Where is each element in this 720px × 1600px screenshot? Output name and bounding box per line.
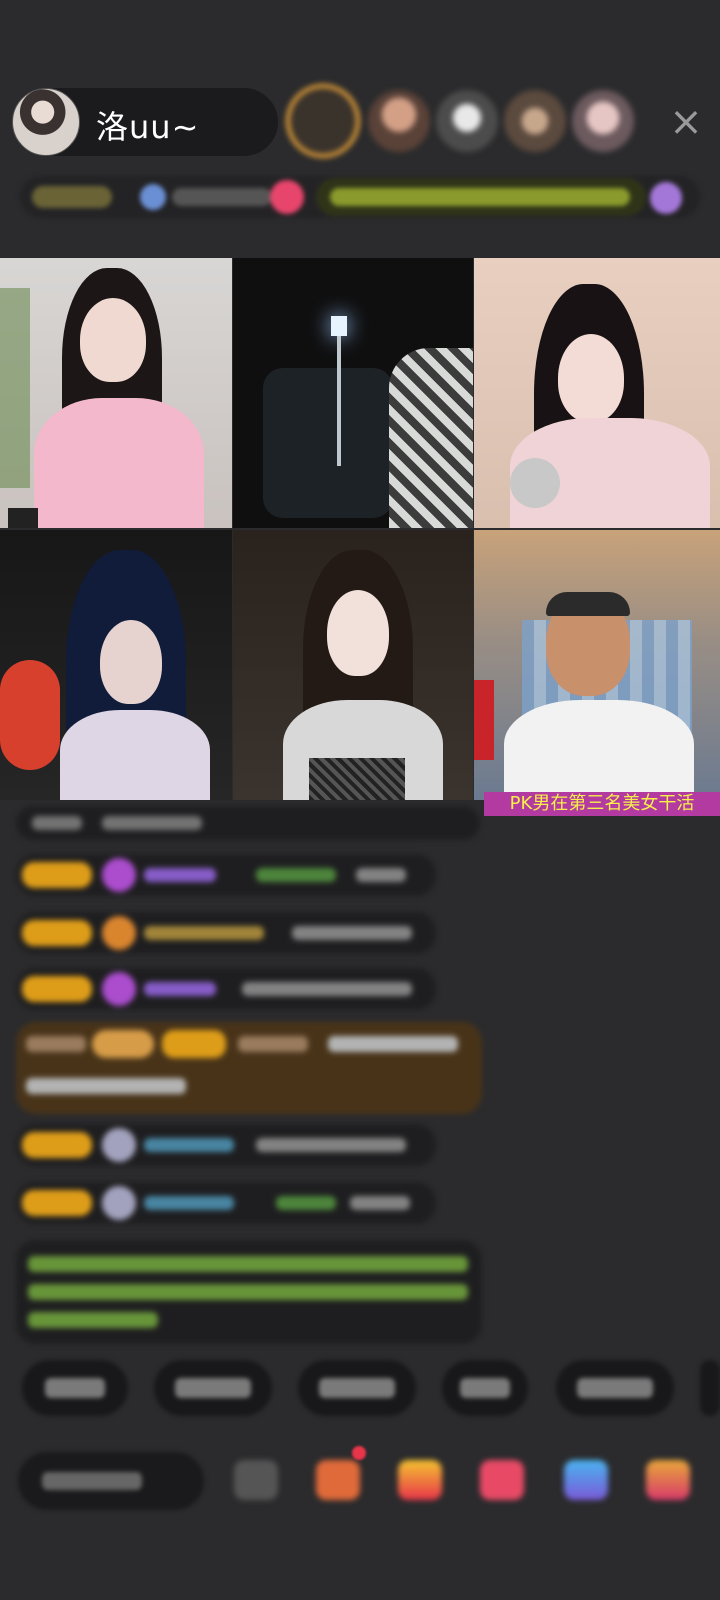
gift-box-icon[interactable]: [316, 1460, 360, 1500]
chat-message-highlight[interactable]: [16, 1022, 482, 1114]
viewer-avatar-2[interactable]: [368, 90, 430, 152]
host-name: 洛uu~: [96, 108, 200, 146]
viewer-avatar-5[interactable]: [572, 90, 634, 152]
video-cell-1[interactable]: [0, 258, 232, 528]
chat-message[interactable]: [16, 854, 436, 896]
notification-dot: [352, 1446, 366, 1460]
gift-icon[interactable]: [398, 1460, 442, 1500]
quick-reply-pill[interactable]: [154, 1360, 272, 1416]
quick-reply-pill[interactable]: [556, 1360, 674, 1416]
viewer-avatar-3[interactable]: [436, 90, 498, 152]
heart-icon[interactable]: [480, 1460, 524, 1500]
video-cell-5[interactable]: [233, 530, 473, 800]
video-cell-2[interactable]: [233, 258, 473, 528]
video-cell-6[interactable]: [474, 530, 720, 800]
host-avatar[interactable]: [12, 88, 80, 156]
quick-reply-pill[interactable]: [22, 1360, 128, 1416]
close-icon[interactable]: ×: [664, 100, 708, 144]
emoji-icon[interactable]: [234, 1460, 278, 1500]
share-icon[interactable]: [564, 1460, 608, 1500]
quick-reply-pill[interactable]: [700, 1360, 720, 1416]
video-cell-4[interactable]: [0, 530, 232, 800]
quick-reply-pill[interactable]: [442, 1360, 528, 1416]
pk-banner: PK男在第三名美女干活: [484, 792, 720, 816]
chat-message[interactable]: [16, 806, 480, 840]
chat-message[interactable]: [16, 968, 436, 1010]
chat-message[interactable]: [16, 912, 436, 954]
chat-message[interactable]: [16, 1182, 436, 1224]
video-cell-3[interactable]: [474, 258, 720, 528]
chat-input[interactable]: [18, 1452, 204, 1510]
quick-reply-pill[interactable]: [298, 1360, 416, 1416]
more-icon[interactable]: [646, 1460, 690, 1500]
host-tag-row[interactable]: [20, 176, 700, 218]
chat-message[interactable]: [16, 1124, 436, 1166]
system-notice: [16, 1240, 482, 1344]
viewer-avatar-1[interactable]: [290, 88, 356, 154]
viewer-avatar-4[interactable]: [504, 90, 566, 152]
